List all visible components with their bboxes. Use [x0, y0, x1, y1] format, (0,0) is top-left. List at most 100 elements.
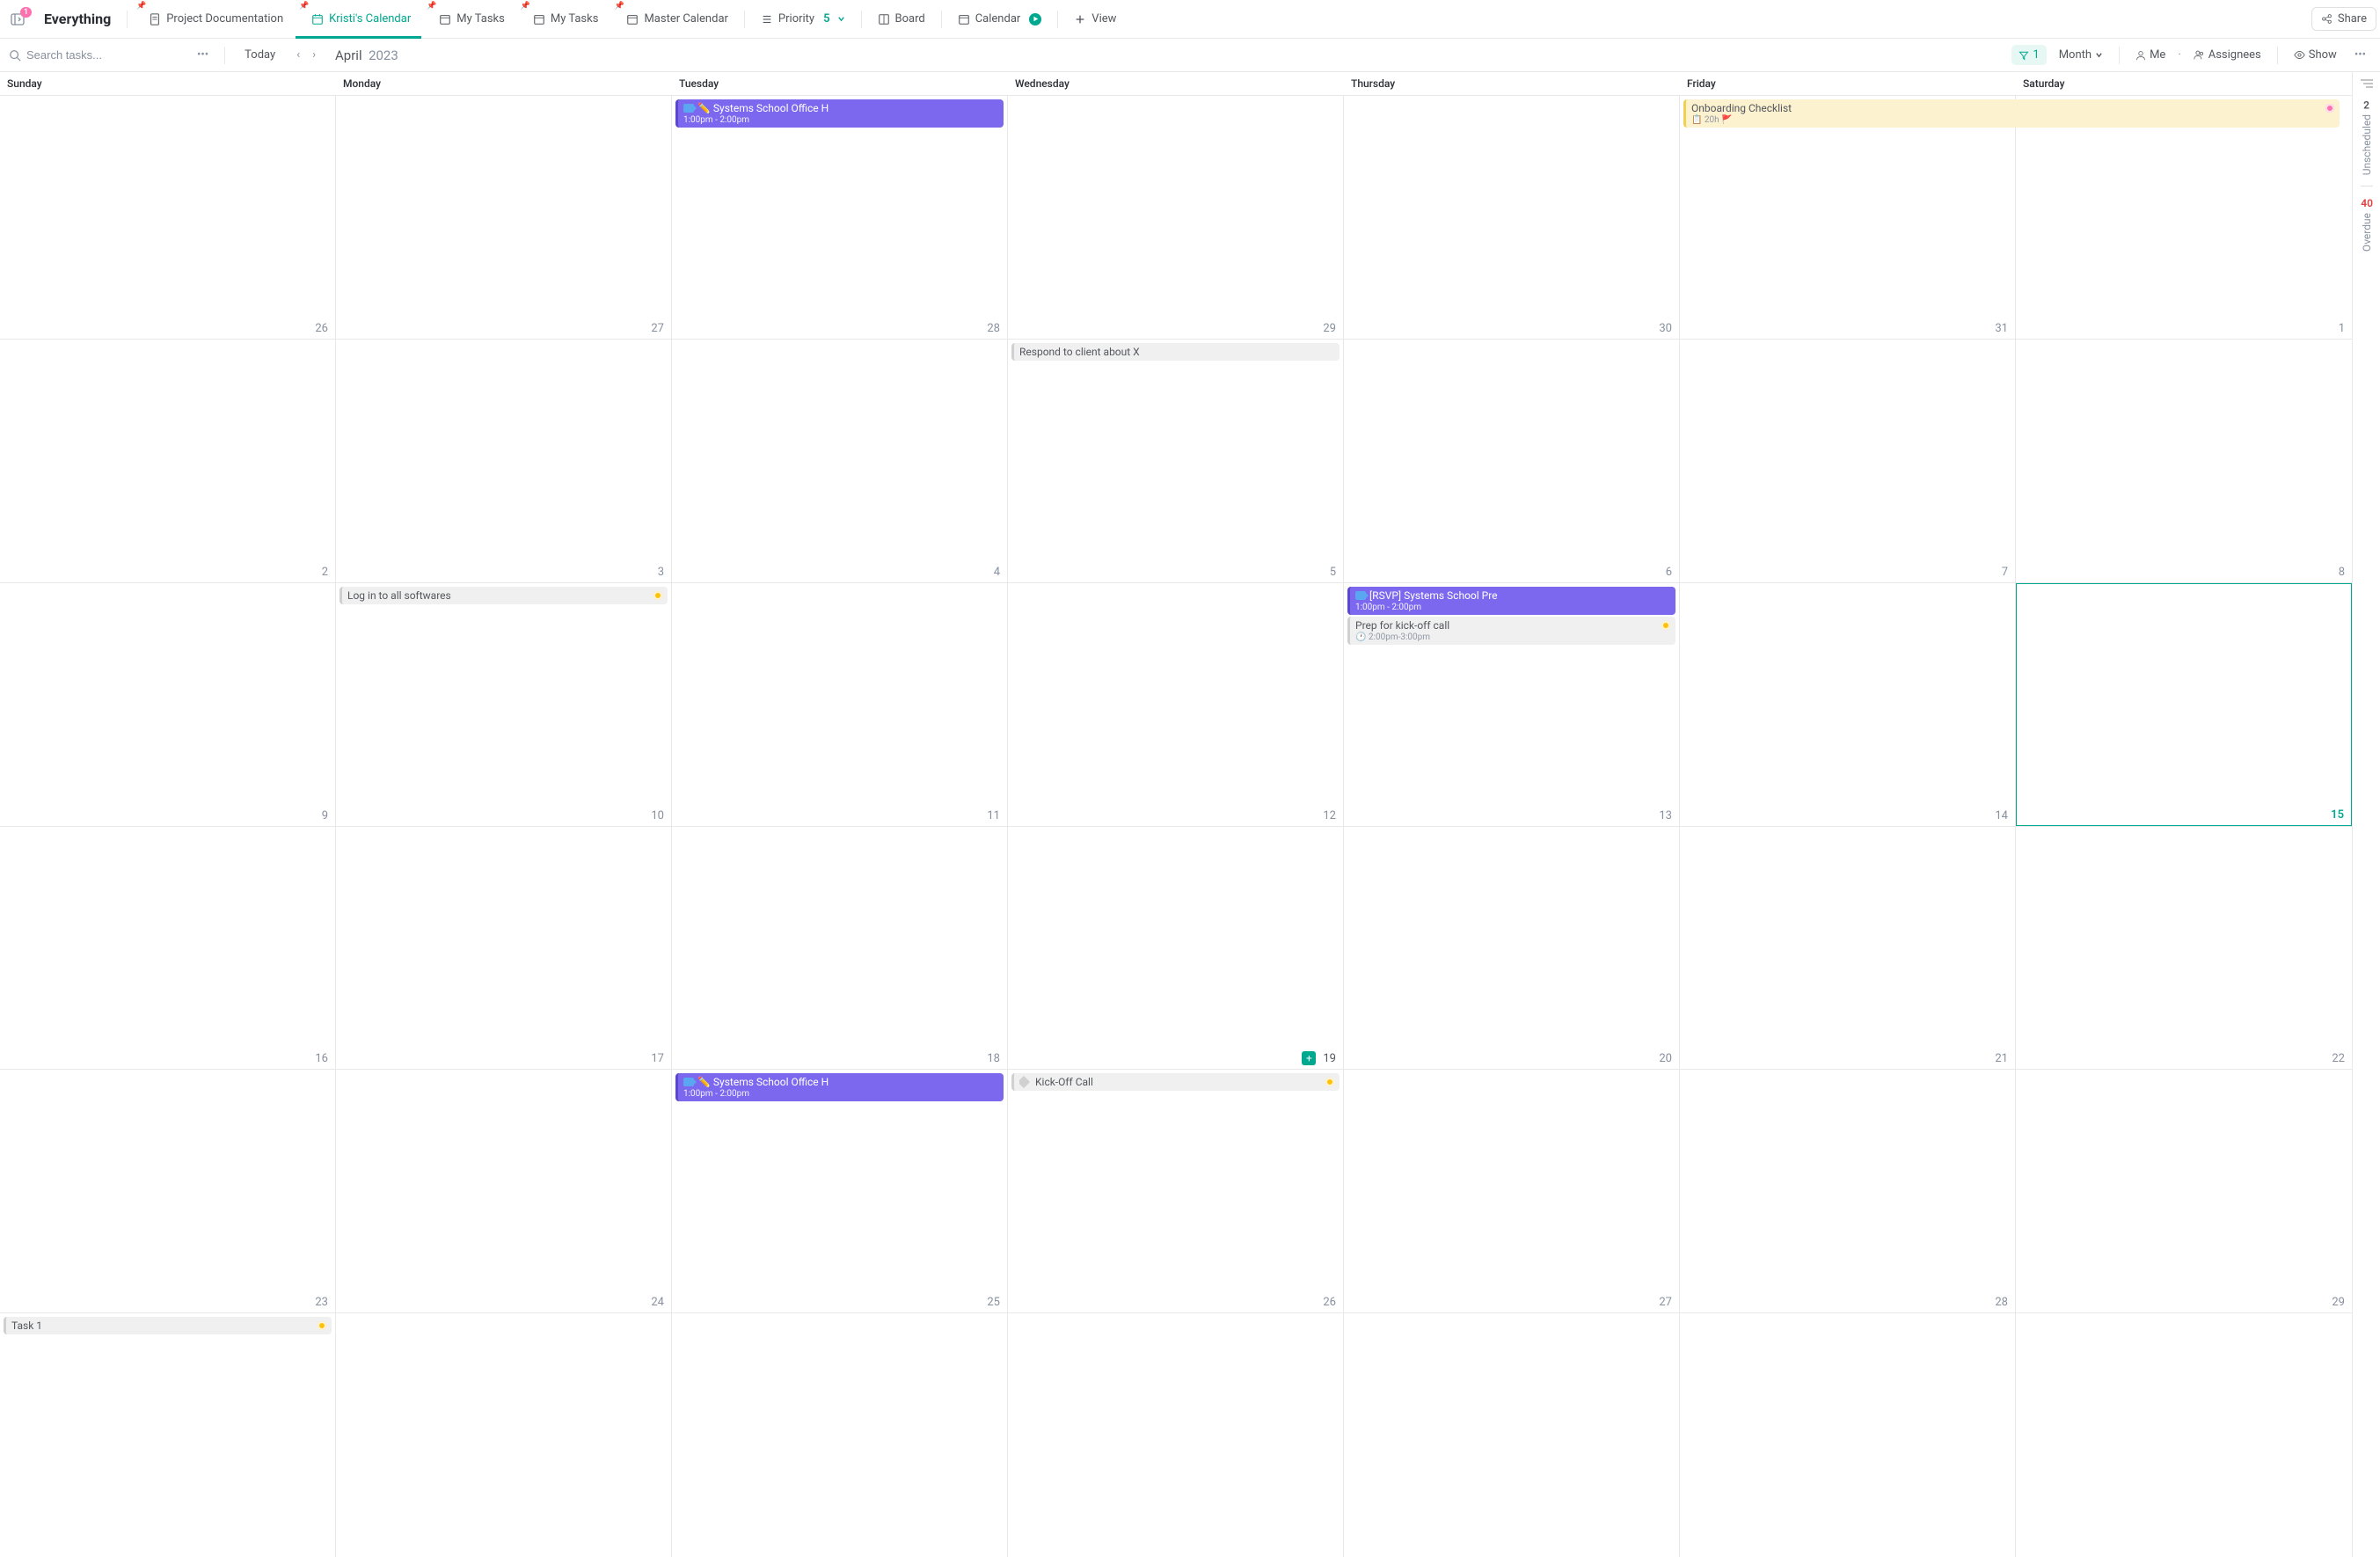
calendar-cell[interactable]: 8 [2016, 340, 2352, 582]
event-kickoff[interactable]: Kick-Off Call [1011, 1073, 1340, 1091]
calendar-cell[interactable]: Log in to all softwares 10 [336, 583, 672, 826]
toolbar-more-button[interactable]: ••• [2349, 45, 2371, 65]
assignees-button[interactable]: Assignees [2187, 45, 2268, 65]
calendar-cell[interactable]: 17 [336, 827, 672, 1070]
day-number: 17 [651, 1052, 664, 1065]
share-button[interactable]: Share [2311, 7, 2376, 31]
calendar-cell[interactable]: 7 [1680, 340, 2016, 582]
event-respond-client[interactable]: Respond to client about X [1011, 343, 1340, 361]
calendar-toolbar: ••• Today ‹ › April 2023 1 Month Me · As… [0, 39, 2380, 72]
event-task1[interactable]: Task 1 [4, 1317, 332, 1334]
weekday-label: Thursday [1344, 72, 1680, 95]
calendar-cell[interactable]: Onboarding Checklist 📋 20h 🚩 31 [1680, 96, 2016, 339]
calendar-cell[interactable] [1008, 1313, 1344, 1557]
calendar-cell[interactable]: 22 [2016, 827, 2352, 1070]
add-view-button[interactable]: View [1063, 0, 1127, 39]
calendar-cell[interactable]: 14 [1680, 583, 2016, 826]
add-task-button[interactable]: + [1302, 1051, 1316, 1065]
priority-count: 5 [823, 12, 829, 26]
today-button[interactable]: Today [236, 45, 284, 65]
event-time: 1:00pm - 2:00pm [683, 115, 998, 125]
calendar-cell[interactable]: 18 [672, 827, 1008, 1070]
calendar-cell[interactable]: 27 [1344, 1070, 1680, 1312]
next-month-button[interactable]: › [307, 45, 321, 65]
pin-icon: 📌 [614, 2, 624, 11]
event-prep-kickoff[interactable]: Prep for kick-off call 🕐 2:00pm-3:00pm [1347, 617, 1675, 645]
tab-master-calendar[interactable]: 📌 Master Calendar [610, 0, 738, 39]
tab-calendar[interactable]: Calendar [947, 0, 1053, 39]
event-systems-school[interactable]: ✏️ Systems School Office H 1:00pm - 2:00… [675, 99, 1004, 128]
calendar-cell[interactable]: ✏️ Systems School Office H 1:00pm - 2:00… [672, 96, 1008, 339]
calendar-cell[interactable] [336, 1313, 672, 1557]
tab-label: My Tasks [456, 12, 505, 26]
camera-icon [683, 104, 694, 113]
calendar-cell[interactable]: 2 [0, 340, 336, 582]
show-button[interactable]: Show [2287, 45, 2344, 65]
calendar-cell[interactable]: 1 [2016, 96, 2352, 339]
calendar-cell[interactable]: 9 [0, 583, 336, 826]
calendar-icon [626, 13, 639, 26]
calendar-cell[interactable]: ✏️ Systems School Office H 1:00pm - 2:00… [672, 1070, 1008, 1312]
nav-arrows: ‹ › [291, 45, 321, 65]
calendar-cell[interactable]: 16 [0, 827, 336, 1070]
tab-project-docs[interactable]: 📌 Project Documentation [133, 0, 294, 39]
calendar-cell[interactable] [1344, 1313, 1680, 1557]
event-title: Prep for kick-off call [1355, 619, 1449, 632]
dots-icon: ••• [197, 48, 208, 62]
calendar-cell[interactable]: 15 [2016, 583, 2352, 826]
calendar-cell[interactable]: 23 [0, 1070, 336, 1312]
unscheduled-panel-toggle[interactable]: Unscheduled 2 [2361, 99, 2373, 175]
event-rsvp[interactable]: [RSVP] Systems School Pre 1:00pm - 2:00p… [1347, 587, 1675, 615]
sidebar-toggle-button[interactable]: 1 [4, 7, 32, 32]
event-systems-school-2[interactable]: ✏️ Systems School Office H 1:00pm - 2:00… [675, 1073, 1004, 1101]
day-number: 28 [987, 322, 1000, 335]
calendar-cell[interactable]: 20 [1344, 827, 1680, 1070]
calendar-cell[interactable]: Respond to client about X 5 [1008, 340, 1344, 582]
calendar-cell[interactable]: 26 [0, 96, 336, 339]
calendar-cell[interactable] [1680, 1313, 2016, 1557]
list-icon[interactable] [2361, 79, 2373, 88]
tab-everything[interactable]: Everything [33, 0, 121, 39]
calendar-cell[interactable]: 6 [1344, 340, 1680, 582]
calendar-cell[interactable]: + 19 [1008, 827, 1344, 1070]
calendar-cell[interactable]: 4 [672, 340, 1008, 582]
more-options-button[interactable]: ••• [192, 45, 214, 65]
separator-dot: · [2178, 48, 2180, 62]
divider [127, 11, 128, 28]
event-login-softwares[interactable]: Log in to all softwares [339, 587, 668, 604]
event-onboarding[interactable]: Onboarding Checklist 📋 20h 🚩 [1683, 99, 2340, 128]
tab-priority[interactable]: Priority 5 [750, 0, 856, 39]
calendar-cell[interactable]: Task 1 [0, 1313, 336, 1557]
calendar-cell[interactable] [2016, 1313, 2352, 1557]
prev-month-button[interactable]: ‹ [291, 45, 305, 65]
calendar-cell[interactable]: 30 [1344, 96, 1680, 339]
calendar-cell[interactable]: 12 [1008, 583, 1344, 826]
view-mode-selector[interactable]: Month [2052, 45, 2110, 65]
calendar-cell[interactable]: 29 [1008, 96, 1344, 339]
tab-kristi-calendar[interactable]: 📌 Kristi's Calendar [296, 0, 421, 39]
overdue-panel-toggle[interactable]: Overdue 40 [2361, 197, 2373, 252]
calendar-cell[interactable]: 27 [336, 96, 672, 339]
calendar-icon [533, 13, 545, 26]
tab-my-tasks-2[interactable]: 📌 My Tasks [517, 0, 610, 39]
calendar-cell[interactable]: 24 [336, 1070, 672, 1312]
show-label: Show [2309, 48, 2337, 62]
filter-icon [2019, 50, 2029, 61]
tab-my-tasks-1[interactable]: 📌 My Tasks [423, 0, 515, 39]
calendar-cell[interactable]: 29 [2016, 1070, 2352, 1312]
dots-icon: ••• [2354, 48, 2366, 62]
calendar-cell[interactable] [672, 1313, 1008, 1557]
calendar-cell[interactable]: 3 [336, 340, 672, 582]
event-title: Task 1 [11, 1319, 42, 1332]
calendar-cell[interactable]: 21 [1680, 827, 2016, 1070]
search-input[interactable] [26, 48, 158, 62]
calendar-cell[interactable]: 11 [672, 583, 1008, 826]
calendar-cell[interactable]: 28 [1680, 1070, 2016, 1312]
day-number: 15 [2331, 808, 2344, 822]
me-filter-button[interactable]: Me [2128, 45, 2172, 65]
tab-board[interactable]: Board [867, 0, 936, 39]
filter-button[interactable]: 1 [2011, 45, 2046, 65]
sidebar-badge: 1 [20, 7, 32, 18]
calendar-cell[interactable]: Kick-Off Call 26 [1008, 1070, 1344, 1312]
calendar-cell[interactable]: [RSVP] Systems School Pre 1:00pm - 2:00p… [1344, 583, 1680, 826]
